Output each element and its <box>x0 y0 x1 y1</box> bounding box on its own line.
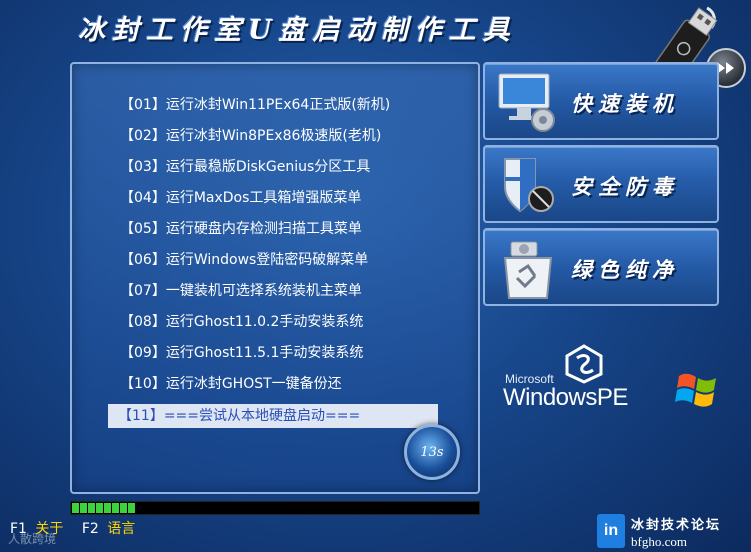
menu-item-06[interactable]: 【06】运行Windows登陆密码破解菜单 <box>118 249 448 280</box>
brand-name: 冰封技术论坛 <box>631 518 722 533</box>
recycle-bin-icon <box>503 241 553 299</box>
windows-flag-icon <box>675 373 716 407</box>
app-title: 冰封工作室U盘启动制作工具 <box>78 15 517 46</box>
menu-item-02[interactable]: 【02】运行冰封Win8PEx86极速版(老机) <box>118 125 448 156</box>
boot-progress-bar <box>70 501 480 515</box>
menu-item-04[interactable]: 【04】运行MaxDos工具箱增强版菜单 <box>118 187 448 218</box>
progress-segment <box>128 503 135 513</box>
countdown-text: 13s <box>420 444 444 460</box>
progress-segment <box>80 503 87 513</box>
menu-item-05[interactable]: 【05】运行硬盘内存检测扫描工具菜单 <box>118 218 448 249</box>
quick-install-label: 快速装机 <box>571 91 679 116</box>
progress-segment <box>120 503 127 513</box>
winpe-logo-icon <box>565 344 603 384</box>
menu-item-10[interactable]: 【10】运行冰封GHOST一键备份还 <box>118 373 448 404</box>
clean-label: 绿色纯净 <box>571 257 679 282</box>
menu-item-11-selected[interactable]: 【11】===尝试从本地硬盘启动=== <box>108 404 438 428</box>
progress-segment <box>112 503 119 513</box>
clean-button[interactable]: 绿色纯净 <box>483 228 719 306</box>
brand-logo: in <box>597 514 625 548</box>
progress-segment <box>96 503 103 513</box>
f2-key: F2 <box>81 521 99 537</box>
computer-gear-icon <box>498 73 555 132</box>
antivirus-button[interactable]: 安全防毒 <box>483 145 719 223</box>
antivirus-label: 安全防毒 <box>571 174 679 199</box>
progress-fill <box>72 503 135 513</box>
menu-item-01[interactable]: 【01】运行冰封Win11PEx64正式版(新机) <box>118 94 448 125</box>
boot-menu-list: 【01】运行冰封Win11PEx64正式版(新机) 【02】运行冰封Win8PE… <box>108 94 448 428</box>
countdown-timer: 13s <box>404 424 460 480</box>
menu-item-07[interactable]: 【07】一键装机可选择系统装机主菜单 <box>118 280 448 311</box>
quick-install-button[interactable]: 快速装机 <box>483 62 719 140</box>
progress-segment <box>88 503 95 513</box>
watermark-text: 人散跨境 <box>8 532 57 546</box>
shield-icon <box>504 158 554 213</box>
winpe-logo: Microsoft WindowsPE <box>503 342 733 422</box>
progress-segment <box>72 503 79 513</box>
brand-badge: in 冰封技术论坛 bfgho.com <box>595 510 751 552</box>
menu-item-03[interactable]: 【03】运行最稳版DiskGenius分区工具 <box>118 156 448 187</box>
progress-segment <box>104 503 111 513</box>
menu-item-09[interactable]: 【09】运行Ghost11.5.1手动安装系统 <box>118 342 448 373</box>
brand-site: bfgho.com <box>631 534 687 549</box>
windowspe-text: WindowsPE <box>503 384 628 411</box>
menu-item-08[interactable]: 【08】运行Ghost11.0.2手动安装系统 <box>118 311 448 342</box>
language-action[interactable]: 语言 <box>107 521 135 537</box>
